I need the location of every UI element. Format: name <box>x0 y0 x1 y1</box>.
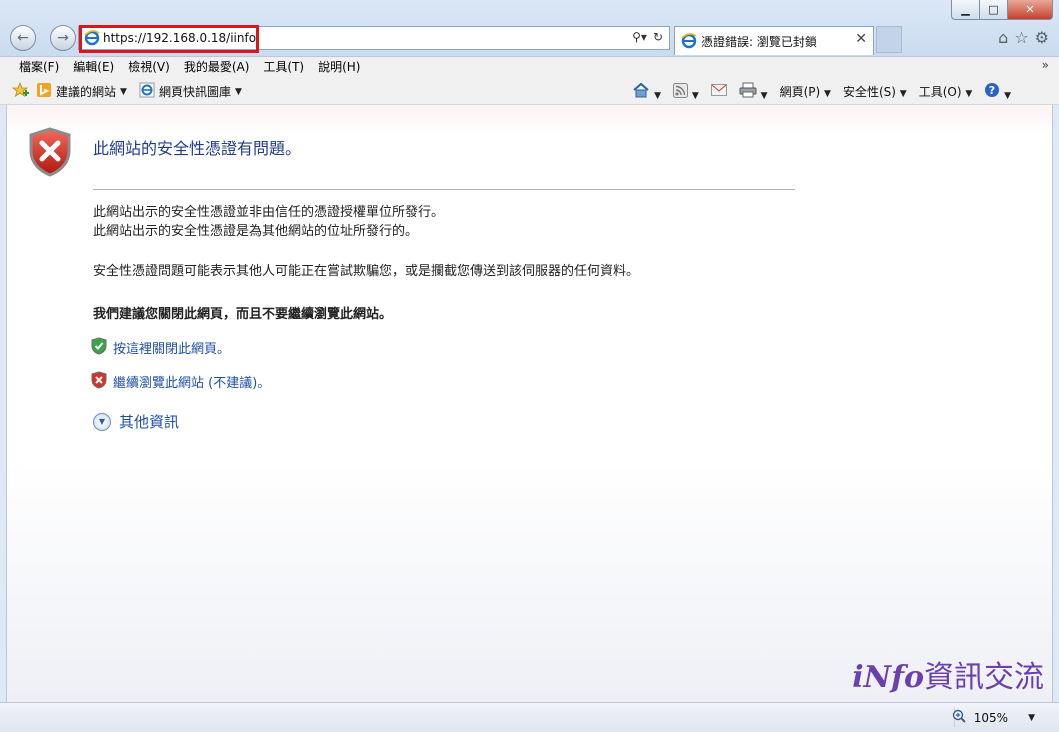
chevron-down-icon: ▼ <box>691 90 699 101</box>
read-mail-button[interactable] <box>710 84 727 99</box>
red-shield-icon <box>91 371 107 392</box>
address-tools: ⚲▾ ↻ <box>632 30 663 44</box>
menu-help[interactable]: 說明(H) <box>311 59 367 76</box>
address-url[interactable]: https://192.168.0.18/iinfo <box>103 31 256 45</box>
chevron-down-icon: ▼ <box>760 91 768 101</box>
star-icon[interactable]: ☆ <box>1014 28 1028 47</box>
zoom-icon <box>952 709 966 726</box>
fav-suggested-sites-label: 建議的網站 <box>56 85 117 99</box>
page-menu-button[interactable]: 網頁(P) ▼ <box>780 83 831 100</box>
fav-web-slice-gallery[interactable]: 網頁快訊圖庫 ▼ <box>139 82 242 101</box>
continue-row[interactable]: 繼續瀏覽此網站 (不建議)。 <box>91 371 270 392</box>
ie-icon <box>139 82 155 101</box>
recommendation-text: 我們建議您關閉此網頁，而且不要繼續瀏覽此網站。 <box>93 307 393 322</box>
tab-certificate-error[interactable]: 憑證錯誤: 瀏覽已封鎖 ✕ <box>674 26 874 55</box>
home-page-button[interactable]: ▼ <box>632 82 661 101</box>
green-shield-icon <box>91 337 107 358</box>
forward-arrow-icon: → <box>57 30 69 46</box>
watermark-logo: iNfo資訊交流 <box>852 652 1044 696</box>
feeds-button[interactable]: ▼ <box>673 82 699 101</box>
tools-menu-label: 工具(O) <box>918 85 962 99</box>
refresh-icon[interactable]: ↻ <box>653 30 663 44</box>
cert-address-text: 此網站出示的安全性憑證是為其他網站的位址所發行的。 <box>93 224 419 239</box>
chevron-down-icon: ▼ <box>899 89 907 99</box>
error-shield-icon <box>27 127 73 180</box>
close-window-button[interactable]: ✕ <box>1008 0 1053 20</box>
divider <box>93 189 795 190</box>
close-page-link[interactable]: 按這裡關閉此網頁。 <box>113 338 230 357</box>
chevron-down-icon: ▼ <box>234 86 242 97</box>
chevron-down-icon: ▼ <box>824 89 831 99</box>
cert-risk-text: 安全性憑證問題可能表示其他人可能正在嘗試欺騙您，或是攔截您傳送到該伺服器的任何資… <box>93 264 640 279</box>
help-icon: ? <box>984 83 1004 101</box>
page-menu-label: 網頁(P) <box>779 85 821 99</box>
window-controls: ▁ □ ✕ <box>951 0 1053 20</box>
watermark-text: 資訊交流 <box>924 660 1044 695</box>
chevron-down-icon: ▼ <box>120 86 127 97</box>
help-button[interactable]: ? ▼ <box>984 82 1011 101</box>
menu-overflow-icon[interactable]: » <box>1042 58 1049 72</box>
menu-view[interactable]: 檢視(V) <box>121 59 177 76</box>
cert-issuer-text: 此網站出示的安全性憑證並非由信任的憑證授權單位所發行。 <box>93 205 445 220</box>
zoom-level: 105% <box>973 710 1009 725</box>
title-bar: ▁ □ ✕ ← → https://192.168.0.18/iinfo ⚲▾ … <box>0 0 1059 56</box>
fav-web-slice-gallery-label: 網頁快訊圖庫 <box>158 85 231 99</box>
chevron-down-icon: ▼ <box>1004 91 1011 101</box>
menu-file[interactable]: 檔案(F) <box>12 59 66 76</box>
menu-favorites[interactable]: 我的最愛(A) <box>177 59 257 76</box>
page-content: 此網站的安全性憑證有問題。 此網站出示的安全性憑證並非由信任的憑證授權單位所發行… <box>6 105 1053 702</box>
new-tab-button[interactable] <box>876 26 902 53</box>
more-information-toggle[interactable]: ▼ 其他資訊 <box>93 411 179 432</box>
printer-icon <box>739 82 761 101</box>
fav-suggested-sites[interactable]: 建議的網站 ▼ <box>36 82 127 101</box>
maximize-button[interactable]: □ <box>980 0 1008 20</box>
browser-icons: ⌂ ☆ ⚙ <box>998 28 1049 47</box>
menu-edit[interactable]: 編輯(E) <box>66 59 121 76</box>
chevron-down-icon: ▼ <box>965 89 973 99</box>
continue-to-site-link[interactable]: 繼續瀏覽此網站 (不建議)。 <box>113 372 270 391</box>
ie-icon <box>681 33 697 52</box>
safety-menu-button[interactable]: 安全性(S) ▼ <box>843 83 907 100</box>
chevron-down-icon: ▼ <box>654 91 662 101</box>
address-bar[interactable]: https://192.168.0.18/iinfo ⚲▾ ↻ <box>78 25 670 53</box>
chevron-down-icon[interactable]: ▼ <box>1028 713 1035 723</box>
zoom-control[interactable]: 105% ▼ <box>952 709 1035 726</box>
print-button[interactable]: ▼ <box>739 82 768 101</box>
gear-icon[interactable]: ⚙ <box>1035 28 1049 47</box>
expand-chevron-icon: ▼ <box>93 412 111 431</box>
tab-title: 憑證錯誤: 瀏覽已封鎖 <box>701 35 817 49</box>
tab-close-icon[interactable]: ✕ <box>855 31 867 47</box>
home-icon[interactable]: ⌂ <box>998 28 1008 47</box>
back-button[interactable]: ← <box>10 25 36 51</box>
tools-menu-button[interactable]: 工具(O) ▼ <box>919 83 973 100</box>
more-information-link[interactable]: 其他資訊 <box>119 411 179 432</box>
menu-bar: 檔案(F) 編輯(E) 檢視(V) 我的最愛(A) 工具(T) 說明(H) » <box>0 56 1059 78</box>
favorites-star-icon[interactable] <box>11 81 30 101</box>
mail-icon <box>710 84 727 99</box>
menu-tools[interactable]: 工具(T) <box>256 59 311 76</box>
forward-button[interactable]: → <box>50 25 76 51</box>
favorites-bar: 建議的網站 ▼ 網頁快訊圖庫 ▼ ▼ ▼ ▼ 網頁(P) ▼ 安全性(S) ▼ … <box>0 78 1059 105</box>
ie-icon <box>84 30 100 49</box>
status-bar: 105% ▼ <box>0 702 1059 732</box>
search-icon[interactable]: ⚲▾ <box>632 30 647 44</box>
page-title: 此網站的安全性憑證有問題。 <box>93 139 302 158</box>
watermark-logo-text: iNfo <box>852 660 924 695</box>
safety-menu-label: 安全性(S) <box>842 85 896 99</box>
rss-icon <box>673 82 692 101</box>
back-arrow-icon: ← <box>17 30 29 46</box>
minimize-button[interactable]: ▁ <box>951 0 980 20</box>
home-icon <box>632 82 654 101</box>
svg-text:?: ? <box>989 84 995 97</box>
bing-icon <box>36 82 52 101</box>
close-page-row[interactable]: 按這裡關閉此網頁。 <box>91 337 230 358</box>
